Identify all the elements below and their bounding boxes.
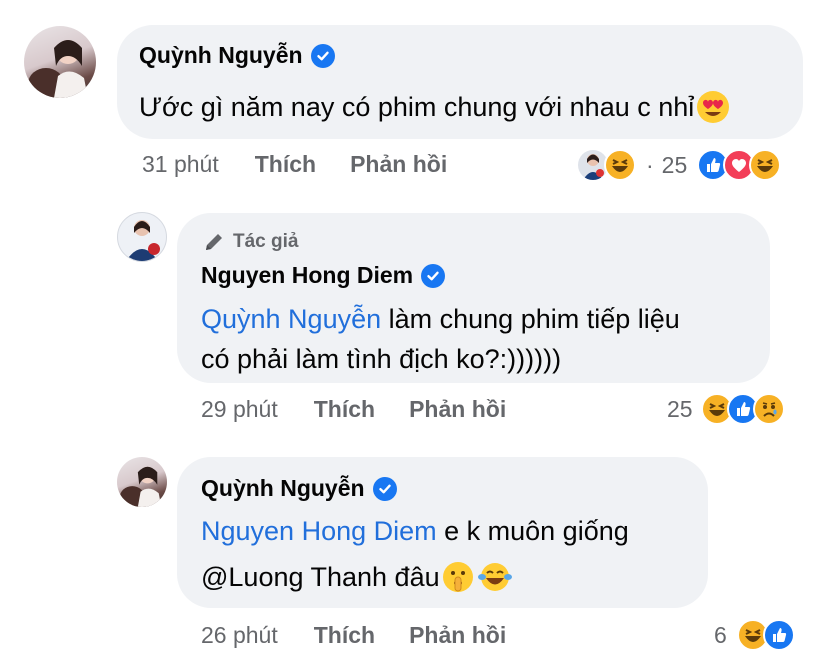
author-name[interactable]: Nguyen Hong Diem	[201, 262, 413, 289]
reply-text-line: có phải làm tình địch ko?:))))))	[201, 344, 562, 374]
comment-text-body: Ước gì năm nay có phim chung với nhau c …	[139, 92, 695, 122]
avatar-image	[119, 466, 162, 507]
comment-bubble: Quỳnh Nguyễn Ước gì năm nay có phim chun…	[117, 25, 803, 139]
shushing-face-emoji-icon	[442, 561, 474, 593]
mention-link[interactable]: Quỳnh Nguyễn	[201, 304, 381, 334]
reply-reactions[interactable]: 25	[667, 393, 785, 425]
author-name[interactable]: Quỳnh Nguyễn	[139, 42, 303, 69]
heart-eyes-emoji-icon	[696, 90, 730, 124]
like-link[interactable]: Thích	[314, 396, 375, 423]
comment-timestamp[interactable]: 29 phút	[201, 396, 278, 423]
reply-author[interactable]: Quỳnh Nguyễn	[201, 475, 397, 502]
reply-text: Nguyen Hong Diem e k muôn giống @Luong T…	[201, 508, 629, 600]
comment-text: Ước gì năm nay có phim chung với nhau c …	[139, 87, 730, 127]
author-name[interactable]: Quỳnh Nguyễn	[201, 475, 365, 502]
like-icon	[762, 619, 795, 651]
verified-badge-icon	[372, 476, 397, 501]
avatar-nguyen-hong-diem[interactable]	[117, 212, 167, 262]
reaction-count[interactable]: 25	[667, 396, 693, 423]
reply-text-line: làm chung phim tiếp liệu	[381, 304, 680, 334]
reply-author[interactable]: Nguyen Hong Diem	[201, 262, 446, 289]
tears-of-joy-emoji-icon	[477, 561, 512, 593]
reaction-count[interactable]: 6	[714, 622, 727, 649]
like-link[interactable]: Thích	[255, 151, 316, 178]
verified-badge-icon	[421, 263, 446, 288]
replier-summary[interactable]: · 25	[578, 149, 782, 181]
reply-text: Quỳnh Nguyễn làm chung phim tiếp liệu có…	[201, 299, 680, 379]
reply-link[interactable]: Phản hồi	[409, 396, 506, 423]
reply-meta: 29 phút Thích Phản hồi	[201, 396, 506, 423]
author-badge: Tác giả	[203, 231, 298, 253]
comment-meta: 31 phút Thích Phản hồi	[142, 151, 447, 178]
reply-link[interactable]: Phản hồi	[350, 151, 447, 178]
comment-timestamp[interactable]: 31 phút	[142, 151, 219, 178]
haha-icon	[604, 149, 636, 181]
reply-link[interactable]: Phản hồi	[409, 622, 506, 649]
separator-dot: ·	[646, 151, 654, 178]
reaction-count[interactable]: 25	[662, 152, 688, 179]
reply-text-line: @Luong Thanh đâu	[201, 562, 440, 592]
like-link[interactable]: Thích	[314, 622, 375, 649]
reply-meta: 26 phút Thích Phản hồi	[201, 622, 506, 649]
pencil-icon	[203, 231, 225, 253]
avatar-image	[126, 220, 160, 261]
haha-icon	[749, 149, 782, 181]
reply-bubble: Quỳnh Nguyễn Nguyen Hong Diem e k muôn g…	[177, 457, 708, 608]
avatar-image	[28, 40, 88, 98]
author-badge-label: Tác giả	[233, 231, 299, 252]
verified-badge-icon	[310, 43, 335, 68]
reply-bubble: Tác giả Nguyen Hong Diem Quỳnh Nguyễn là…	[177, 213, 770, 383]
mention-link[interactable]: Nguyen Hong Diem	[201, 516, 437, 546]
sad-icon	[752, 393, 785, 425]
comment-timestamp[interactable]: 26 phút	[201, 622, 278, 649]
comment-author[interactable]: Quỳnh Nguyễn	[139, 42, 335, 69]
avatar-quynh-nguyen[interactable]	[117, 457, 167, 507]
avatar-quynh-nguyen[interactable]	[24, 26, 96, 98]
reply-reactions[interactable]: 6	[714, 619, 795, 651]
reply-text-line: e k muôn giống	[436, 516, 629, 546]
